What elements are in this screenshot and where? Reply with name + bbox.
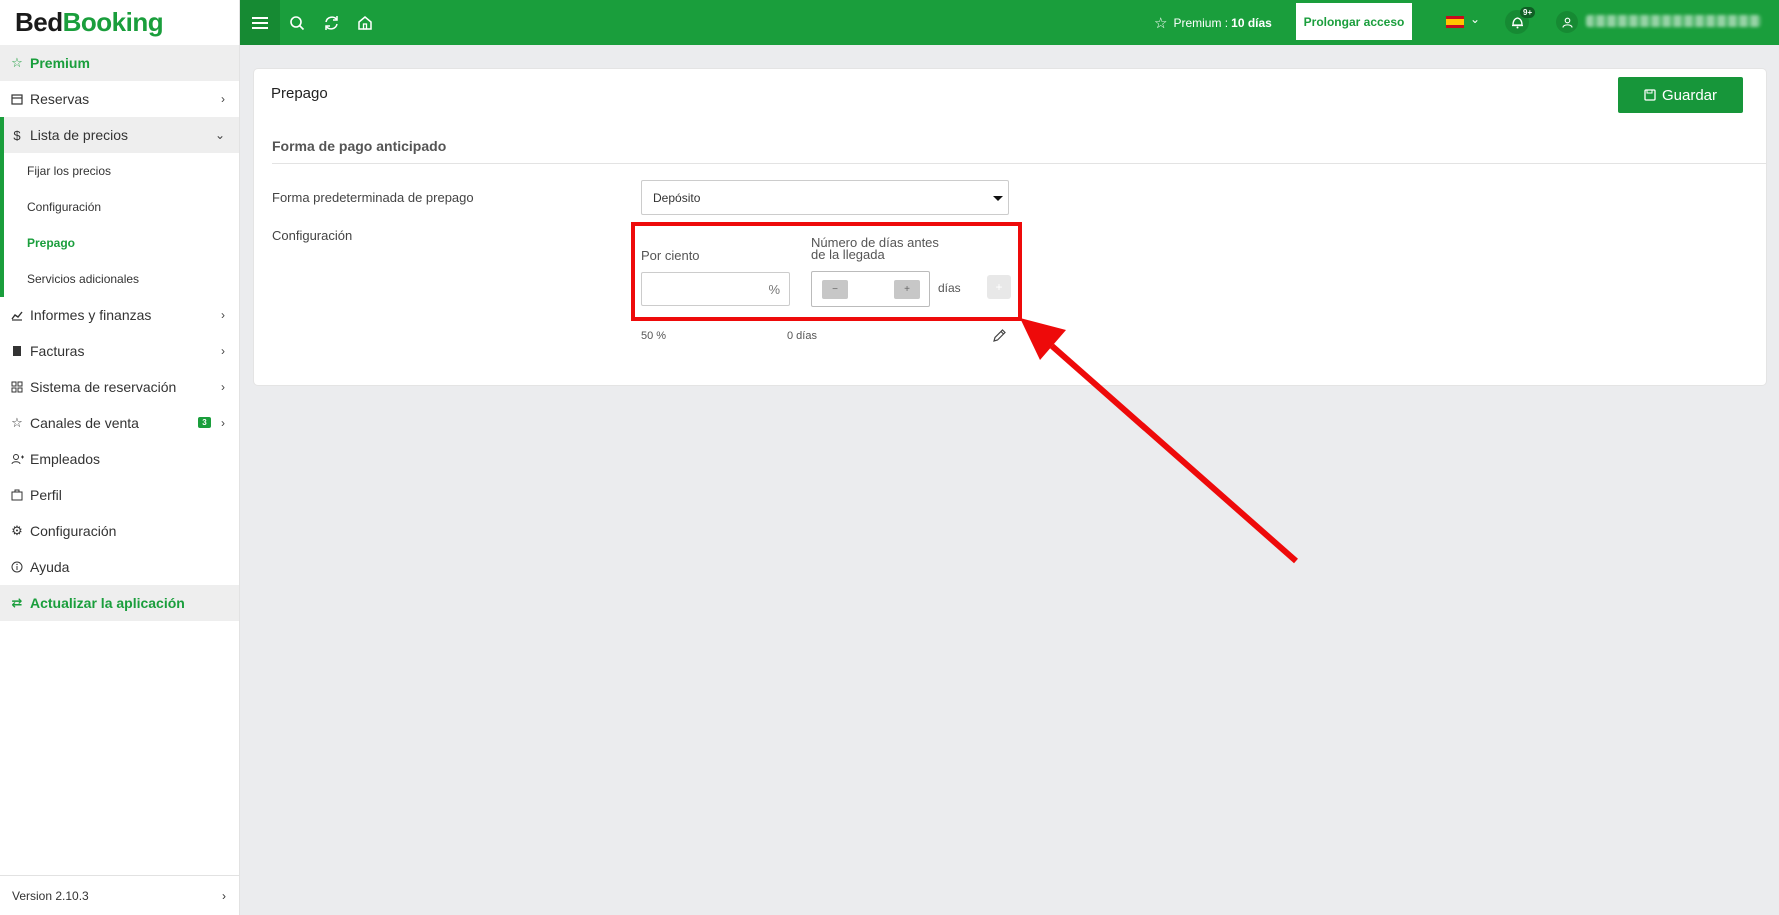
version-info[interactable]: Version 2.10.3 › (0, 875, 240, 915)
sync-icon: ⇄ (11, 595, 23, 610)
logo[interactable]: Bed Booking (0, 0, 239, 45)
dollar-icon: $ (13, 127, 21, 143)
user-name[interactable]: hidden (1586, 15, 1761, 27)
hamburger-icon (252, 16, 268, 29)
sidebar-item-canales[interactable]: ☆ Canales de venta 3 › (0, 405, 239, 441)
sidebar-item-label: Ayuda (30, 559, 70, 575)
section-title: Forma de pago anticipado (272, 138, 447, 154)
chevron-down-icon: ⌄ (214, 128, 225, 142)
chevron-right-icon: › (221, 308, 225, 322)
sidebar-item-label: Perfil (30, 487, 62, 503)
config-label: Configuración (272, 228, 353, 243)
chevron-down-icon[interactable]: ⌄ (1470, 12, 1480, 26)
sidebar-item-label: Lista de precios (30, 127, 129, 143)
refresh-icon (324, 15, 338, 30)
sidebar-item-facturas[interactable]: Facturas › (0, 333, 239, 369)
user-avatar[interactable] (1556, 11, 1578, 33)
menu-button[interactable] (240, 0, 280, 45)
pencil-icon[interactable] (991, 328, 1007, 344)
sidebar-item-reservas[interactable]: Reservas › (0, 81, 239, 117)
count-badge: 3 (198, 417, 211, 428)
sidebar-item-perfil[interactable]: Perfil (0, 477, 239, 513)
sidebar-item-label: Canales de venta (30, 415, 139, 431)
premium-status[interactable]: ☆ Premium : 10 días (1154, 0, 1272, 45)
user-icon (1561, 17, 1573, 28)
gear-icon: ⚙ (11, 523, 23, 538)
chevron-right-icon: › (221, 92, 225, 106)
floppy-icon (1644, 89, 1656, 101)
premium-days: 10 días (1231, 15, 1272, 30)
chevron-right-icon: › (222, 888, 226, 903)
sidebar-item-empleados[interactable]: Empleados (0, 441, 239, 477)
sidebar-subitem-prepago[interactable]: Prepago (4, 225, 239, 261)
save-button-label: Guardar (1661, 86, 1718, 104)
calendar-icon (10, 92, 24, 106)
annotation-highlight-box (631, 222, 1022, 321)
sidebar-item-label: Premium (30, 55, 90, 71)
premium-label: Premium : (1173, 15, 1229, 30)
search-button[interactable] (280, 0, 314, 45)
logo-booking: Booking (62, 7, 164, 37)
grid-icon (10, 380, 24, 394)
logo-bed: Bed (15, 7, 63, 37)
version-label: Version 2.10.3 (12, 888, 89, 903)
sidebar-item-label: Configuración (30, 523, 117, 539)
caret-down-icon (993, 196, 1003, 201)
sidebar-subitem-servicios[interactable]: Servicios adicionales (4, 261, 239, 297)
home-icon (358, 15, 372, 30)
sidebar: Bed Booking ☆ Premium Reservas › $ Lista … (0, 0, 240, 915)
star-icon: ☆ (11, 415, 23, 430)
refresh-button[interactable] (314, 0, 348, 45)
sidebar-item-lista-de-precios[interactable]: $ Lista de precios ⌄ (0, 117, 239, 153)
user-plus-icon (10, 452, 24, 466)
sidebar-item-configuracion[interactable]: ⚙ Configuración (0, 513, 239, 549)
invoice-icon (10, 344, 24, 358)
default-prepay-label: Forma predeterminada de prepago (272, 190, 474, 205)
rule-percent-value: 50 % (641, 330, 667, 342)
select-value: Depósito (653, 190, 701, 205)
sidebar-item-premium[interactable]: ☆ Premium (0, 45, 239, 81)
sidebar-item-ayuda[interactable]: Ayuda (0, 549, 239, 585)
sidebar-item-label: Actualizar la aplicación (30, 595, 185, 611)
sidebar-item-sistema[interactable]: Sistema de reservación › (0, 369, 239, 405)
notifications-badge: 9+ (1520, 7, 1536, 18)
sidebar-item-label: Sistema de reservación (30, 379, 177, 395)
page-title: Prepago (271, 85, 328, 102)
spain-flag-icon[interactable] (1446, 16, 1464, 28)
sidebar-item-label: Empleados (30, 451, 101, 467)
chevron-right-icon: › (221, 380, 225, 394)
sidebar-submenu: Fijar los precios Configuración Prepago … (0, 153, 239, 297)
sidebar-subitem-configuracion[interactable]: Configuración (4, 189, 239, 225)
topbar: ☆ Premium : 10 días Prolongar acceso ⌄ 9… (240, 0, 1779, 45)
chart-icon (10, 308, 24, 322)
chevron-right-icon: › (221, 416, 225, 430)
sidebar-item-update-app[interactable]: ⇄ Actualizar la aplicación (0, 585, 239, 621)
sidebar-item-label: Reservas (30, 91, 90, 107)
info-icon (10, 560, 24, 574)
star-icon: ☆ (11, 55, 23, 70)
sidebar-item-informes[interactable]: Informes y finanzas › (0, 297, 239, 333)
save-button[interactable]: Guardar (1618, 77, 1743, 113)
chevron-right-icon: › (221, 344, 225, 358)
star-icon: ☆ (1154, 14, 1168, 32)
search-icon (290, 15, 305, 30)
building-icon (10, 488, 24, 502)
prolong-access-button[interactable]: Prolongar acceso (1296, 3, 1412, 40)
home-button[interactable] (348, 0, 382, 45)
default-prepay-select[interactable]: Depósito (641, 180, 1009, 215)
section-divider (272, 163, 1766, 164)
sidebar-subitem-fijar-precios[interactable]: Fijar los precios (4, 153, 239, 189)
sidebar-item-label: Facturas (30, 343, 85, 359)
sidebar-item-label: Informes y finanzas (30, 307, 152, 323)
rule-days-value: 0 días (787, 330, 817, 342)
